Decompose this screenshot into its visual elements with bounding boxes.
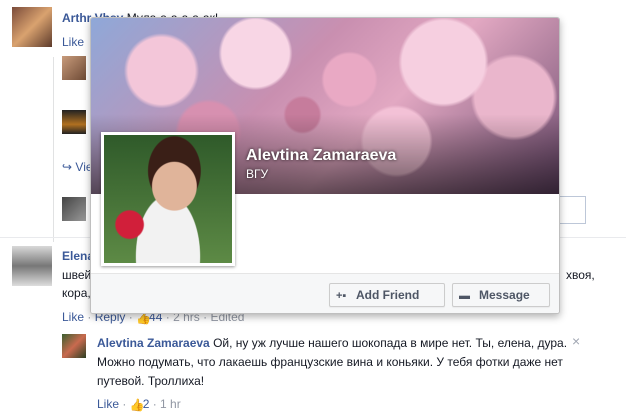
profile-hovercard: Alevtina Zamaraeva ВГУ +▪ Add Friend ▬ Mes…	[90, 17, 560, 314]
comment-body-fragment: хвоя,	[566, 268, 595, 282]
message-icon: ▬	[459, 290, 470, 302]
commenter-avatar[interactable]	[12, 246, 52, 286]
reply-avatar[interactable]	[62, 334, 86, 358]
like-link[interactable]: Like	[97, 397, 119, 411]
profile-subtitle: ВГУ	[246, 167, 269, 181]
like-link[interactable]: Like	[62, 310, 84, 324]
profile-name[interactable]: Alevtina Zamaraeva	[246, 147, 396, 165]
message-label: Message	[479, 288, 530, 302]
reply-text: Alevtina Zamaraeva Ой, ну уж лучше нашег…	[97, 334, 597, 391]
hovercard-footer: +▪ Add Friend ▬ Message	[91, 273, 559, 313]
thread-line	[53, 57, 54, 242]
comment-body-fragment: кора,	[62, 286, 91, 300]
add-friend-label: Add Friend	[356, 288, 420, 302]
like-count[interactable]: 2	[143, 397, 150, 411]
view-more-replies-link[interactable]: ↪ Vie	[62, 160, 93, 174]
add-friend-icon: +▪	[336, 290, 347, 302]
thumbs-up-icon: 👍	[129, 398, 145, 412]
reply-arrow-icon: ↪	[62, 160, 73, 174]
reply-author[interactable]: Alevtina Zamaraeva	[97, 336, 210, 350]
like-link[interactable]: Like	[62, 35, 84, 49]
reply-meta: Like · 👍2 · 1 hr	[97, 397, 181, 412]
reply-avatar[interactable]	[62, 110, 86, 134]
commenter-avatar[interactable]	[12, 7, 52, 47]
current-user-avatar	[62, 197, 86, 221]
timestamp[interactable]: 1 hr	[160, 397, 181, 411]
reply-avatar[interactable]	[62, 56, 86, 80]
profile-picture[interactable]	[101, 132, 235, 266]
add-friend-button[interactable]: +▪ Add Friend	[329, 283, 445, 307]
message-button[interactable]: ▬ Message	[452, 283, 550, 307]
close-icon[interactable]: ×	[572, 333, 580, 349]
